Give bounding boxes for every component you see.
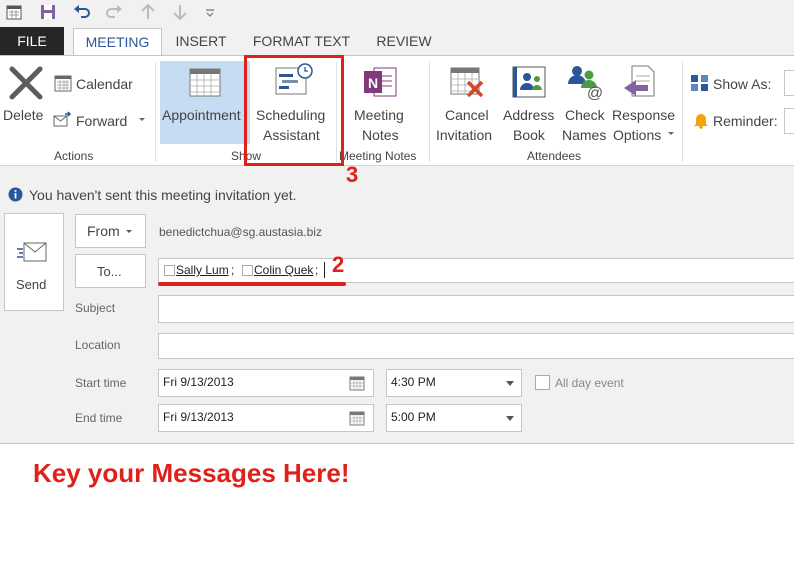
undo-icon[interactable] [72, 2, 92, 22]
calendar-icon [54, 75, 72, 92]
forward-button[interactable]: Forward [76, 111, 127, 131]
from-label: From [87, 223, 120, 239]
location-input[interactable] [158, 333, 794, 359]
end-time-value: 5:00 PM [391, 410, 436, 424]
tab-insert[interactable]: INSERT [168, 28, 234, 55]
recipient-sally-lum[interactable]: Sally Lum [176, 263, 229, 277]
group-label-attendees: Attendees [527, 149, 582, 163]
tab-review[interactable]: REVIEW [366, 28, 442, 55]
chevron-down-icon[interactable] [138, 116, 146, 124]
recipient-separator: ; [315, 263, 319, 277]
annotation-underline [158, 282, 346, 286]
appointment-label: Appointment [162, 107, 241, 123]
recipient-separator: ; [231, 263, 235, 277]
highlight-box [244, 55, 344, 166]
calendar-picker-icon[interactable] [349, 410, 365, 426]
all-day-label: All day event [555, 376, 624, 390]
chevron-down-icon [126, 230, 132, 233]
arrow-up-icon[interactable] [138, 2, 158, 22]
arrow-down-icon[interactable] [170, 2, 190, 22]
meeting-notes-button[interactable] [345, 61, 419, 144]
text-cursor [324, 262, 325, 278]
delete-button[interactable]: Delete [3, 105, 43, 125]
info-icon [8, 187, 23, 202]
chevron-down-icon [506, 416, 514, 421]
tab-file[interactable]: FILE [0, 27, 64, 55]
group-separator [155, 62, 156, 162]
cancel-invitation-button[interactable] [434, 61, 500, 144]
save-icon[interactable] [38, 2, 58, 22]
redo-icon[interactable] [104, 2, 124, 22]
start-time-label: Start time [75, 376, 127, 390]
check-names-button[interactable] [560, 61, 610, 144]
tab-format-text[interactable]: FORMAT TEXT [244, 28, 359, 55]
quick-access-toolbar [0, 0, 794, 24]
address-book-button[interactable] [502, 61, 560, 144]
group-label-actions: Actions [54, 149, 94, 163]
from-address: benedictchua@sg.austasia.biz [159, 225, 322, 239]
show-as-label: Show As: [713, 76, 772, 92]
show-as-dropdown[interactable] [784, 70, 794, 96]
appointment-icon [189, 68, 221, 97]
annotation-step-2: 2 [332, 252, 345, 277]
send-label: Send [16, 277, 47, 292]
annotation-step-3: 3 [346, 162, 359, 187]
recipient-checkbox [164, 265, 175, 276]
forward-icon [53, 111, 72, 127]
bell-icon [694, 114, 708, 129]
tab-meeting[interactable]: MEETING [73, 28, 162, 57]
annotation-message: Key your Messages Here! [33, 458, 350, 488]
start-time-value: 4:30 PM [391, 375, 436, 389]
show-as-icon [691, 75, 708, 91]
send-icon [17, 242, 47, 262]
delete-icon[interactable] [7, 66, 45, 100]
group-separator [429, 62, 430, 162]
subject-input[interactable] [158, 295, 794, 323]
subject-label: Subject [75, 301, 116, 315]
group-separator [682, 62, 683, 162]
calendar-button[interactable]: Calendar [76, 74, 133, 94]
info-bar-message: You haven't sent this meeting invitation… [29, 187, 297, 203]
customize-toolbar-icon[interactable] [200, 2, 220, 22]
end-time-label: End time [75, 411, 123, 425]
calendar-picker-icon[interactable] [349, 375, 365, 391]
recipient-colin-quek[interactable]: Colin Quek [254, 263, 313, 277]
calendar-icon[interactable] [4, 2, 24, 22]
to-label: To... [97, 264, 122, 279]
all-day-checkbox[interactable] [535, 375, 550, 390]
reminder-label: Reminder: [713, 113, 778, 129]
location-label: Location [75, 338, 121, 352]
response-options-button[interactable] [610, 61, 678, 144]
end-date-value: Fri 9/13/2013 [163, 410, 234, 424]
start-date-value: Fri 9/13/2013 [163, 375, 234, 389]
reminder-dropdown[interactable] [784, 108, 794, 134]
chevron-down-icon [506, 381, 514, 386]
recipient-checkbox [242, 265, 253, 276]
